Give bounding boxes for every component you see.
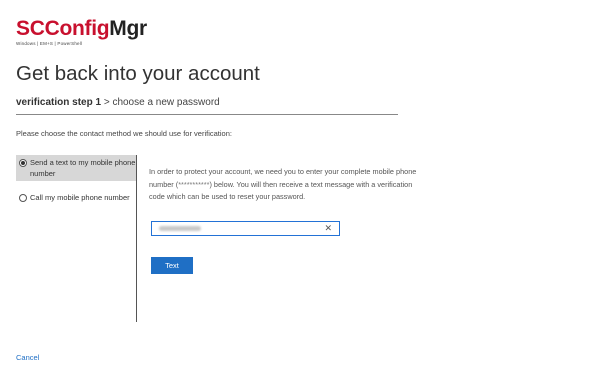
logo-wordmark-sc: SC: [16, 17, 45, 40]
method-call-mobile[interactable]: Call my mobile phone number: [16, 192, 136, 203]
current-step: verification step 1: [16, 97, 102, 108]
cancel-link[interactable]: Cancel: [16, 353, 39, 362]
method-label: Send a text to my mobile phone number: [30, 158, 136, 178]
step-breadcrumb: verification step 1 > choose a new passw…: [16, 97, 398, 115]
logo-wordmark: SCConfigMgr: [16, 18, 147, 39]
method-text-mobile[interactable]: Send a text to my mobile phone number: [16, 155, 136, 181]
logo-wordmark-config: Config: [44, 17, 110, 40]
verification-details: In order to protect your account, we nee…: [149, 166, 419, 204]
radio-unselected-icon[interactable]: [19, 194, 27, 202]
page-title: Get back into your account: [16, 62, 260, 85]
logo-wordmark-mgr: Mgr: [109, 17, 147, 40]
contact-method-list: Send a text to my mobile phone number Ca…: [16, 155, 137, 322]
next-step: choose a new password: [112, 97, 220, 108]
send-text-button[interactable]: Text: [151, 257, 193, 274]
masked-phone-number: ***********: [178, 179, 210, 189]
close-icon[interactable]: ✕: [324, 223, 332, 234]
phone-number-field[interactable]: ✕: [151, 221, 340, 236]
radio-selected-icon[interactable]: [19, 159, 27, 167]
step-separator: >: [103, 97, 110, 108]
method-label: Call my mobile phone number: [30, 193, 130, 202]
obscured-phone-value: [159, 226, 201, 231]
logo: SCConfigMgr Windows | EM+S | PowerShell: [16, 18, 147, 46]
instruction-text: Please choose the contact method we shou…: [16, 129, 232, 138]
logo-tagline: Windows | EM+S | PowerShell: [16, 41, 83, 46]
